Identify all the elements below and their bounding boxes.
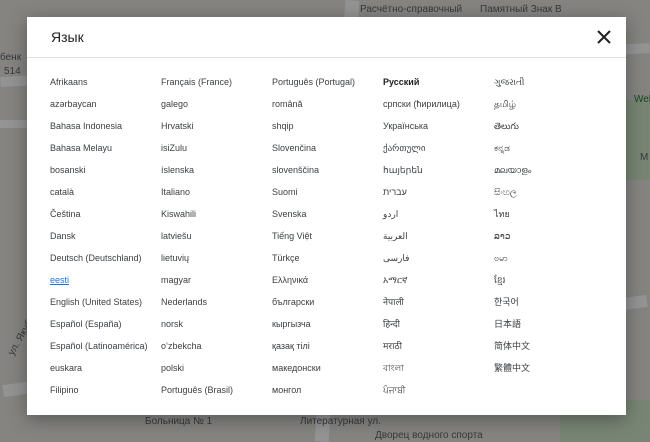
language-option[interactable]: català <box>50 181 161 203</box>
language-option[interactable]: ქართული <box>383 137 494 159</box>
language-option[interactable]: ગુજરાતી <box>494 71 605 93</box>
language-option[interactable]: ಕನ್ನಡ <box>494 137 605 159</box>
dialog-title: Язык <box>51 29 84 45</box>
language-option[interactable]: slovenščina <box>272 159 383 181</box>
language-option[interactable]: മലയാളം <box>494 159 605 181</box>
language-option[interactable]: हिन्दी <box>383 313 494 335</box>
language-option[interactable]: Русский <box>383 71 494 93</box>
language-option[interactable]: norsk <box>161 313 272 335</box>
language-option[interactable]: 简体中文 <box>494 335 605 357</box>
language-option[interactable]: Português (Portugal) <box>272 71 383 93</box>
language-option[interactable]: עברית <box>383 181 494 203</box>
language-option[interactable]: اردو <box>383 203 494 225</box>
language-option[interactable]: galego <box>161 93 272 115</box>
language-option[interactable]: polski <box>161 357 272 379</box>
language-option[interactable]: монгол <box>272 379 383 401</box>
language-option[interactable]: azərbaycan <box>50 93 161 115</box>
language-option[interactable]: 繁體中文 <box>494 357 605 379</box>
language-option[interactable]: Tiếng Việt <box>272 225 383 247</box>
language-option[interactable]: ខ្មែរ <box>494 269 605 291</box>
language-option[interactable]: বাংলা <box>383 357 494 379</box>
language-option[interactable]: Bahasa Indonesia <box>50 115 161 137</box>
language-option[interactable]: Português (Brasil) <box>161 379 272 401</box>
language-option[interactable]: shqip <box>272 115 383 137</box>
language-option[interactable]: հայերեն <box>383 159 494 181</box>
language-option[interactable]: Bahasa Melayu <box>50 137 161 159</box>
language-option[interactable]: bosanski <box>50 159 161 181</box>
language-option[interactable]: मराठी <box>383 335 494 357</box>
language-option[interactable]: Slovenčina <box>272 137 383 159</box>
language-column: Português (Portugal) română shqip Slovenčin… <box>272 71 383 401</box>
dialog-header: Язык <box>27 17 626 58</box>
language-option[interactable]: ਪੰਜਾਬੀ <box>383 379 494 401</box>
language-option[interactable]: Nederlands <box>161 291 272 313</box>
language-option[interactable]: Filipino <box>50 379 161 401</box>
language-option[interactable]: српски (ћирилица) <box>383 93 494 115</box>
language-option[interactable]: فارسی <box>383 247 494 269</box>
language-option[interactable]: Kiswahili <box>161 203 272 225</box>
language-option[interactable]: ລາວ <box>494 225 605 247</box>
language-option[interactable]: Español (Latinoamérica) <box>50 335 161 357</box>
language-option[interactable]: English (United States) <box>50 291 161 313</box>
language-option[interactable]: Afrikaans <box>50 71 161 93</box>
language-dialog: Язык Afrikaans azərbaycan Bahasa Indonesia… <box>27 17 626 415</box>
language-option[interactable]: සිංහල <box>494 181 605 203</box>
language-option[interactable]: eesti <box>50 269 161 291</box>
language-option[interactable]: Čeština <box>50 203 161 225</box>
language-option[interactable]: 한국어 <box>494 291 605 313</box>
language-list: Afrikaans azərbaycan Bahasa Indonesia Bahas… <box>50 71 626 401</box>
language-option[interactable]: magyar <box>161 269 272 291</box>
language-option[interactable]: 日本語 <box>494 313 605 335</box>
language-option[interactable]: euskara <box>50 357 161 379</box>
language-column: Afrikaans azərbaycan Bahasa Indonesia Bahas… <box>50 71 161 401</box>
language-option[interactable]: Deutsch (Deutschland) <box>50 247 161 269</box>
language-option[interactable]: кыргызча <box>272 313 383 335</box>
language-column: Русский српски (ћирилица) Українська ქართულ… <box>383 71 494 401</box>
language-option[interactable]: नेपाली <box>383 291 494 313</box>
language-option[interactable]: isiZulu <box>161 137 272 159</box>
language-option[interactable]: o‘zbekcha <box>161 335 272 357</box>
language-option[interactable]: Español (España) <box>50 313 161 335</box>
close-icon <box>597 30 611 44</box>
language-column: ગુજરાતી தமிழ் తెలుగు ಕನ್ನಡ മലയാളം සිංහල ไทย ລາວ… <box>494 71 605 401</box>
language-option[interactable]: Українська <box>383 115 494 137</box>
language-option[interactable]: Italiano <box>161 181 272 203</box>
language-option[interactable]: қазақ тілі <box>272 335 383 357</box>
language-option[interactable]: العربية <box>383 225 494 247</box>
language-option[interactable]: Français (France) <box>161 71 272 93</box>
language-option[interactable]: తెలుగు <box>494 115 605 137</box>
language-option[interactable]: română <box>272 93 383 115</box>
language-option[interactable]: latviešu <box>161 225 272 247</box>
language-option[interactable]: Hrvatski <box>161 115 272 137</box>
language-option[interactable]: български <box>272 291 383 313</box>
language-option[interactable]: Suomi <box>272 181 383 203</box>
language-option[interactable]: íslenska <box>161 159 272 181</box>
language-option[interactable]: ไทย <box>494 203 605 225</box>
language-option[interactable]: македонски <box>272 357 383 379</box>
language-option[interactable]: Ελληνικά <box>272 269 383 291</box>
language-option[interactable]: Svenska <box>272 203 383 225</box>
language-option[interactable]: ဗမာ <box>494 247 605 269</box>
language-option[interactable]: தமிழ் <box>494 93 605 115</box>
language-column: Français (France) galego Hrvatski isiZulu ís… <box>161 71 272 401</box>
language-option[interactable]: Türkçe <box>272 247 383 269</box>
close-button[interactable] <box>592 25 616 49</box>
language-option[interactable]: lietuvių <box>161 247 272 269</box>
language-option[interactable]: አማርኛ <box>383 269 494 291</box>
language-option[interactable]: Dansk <box>50 225 161 247</box>
